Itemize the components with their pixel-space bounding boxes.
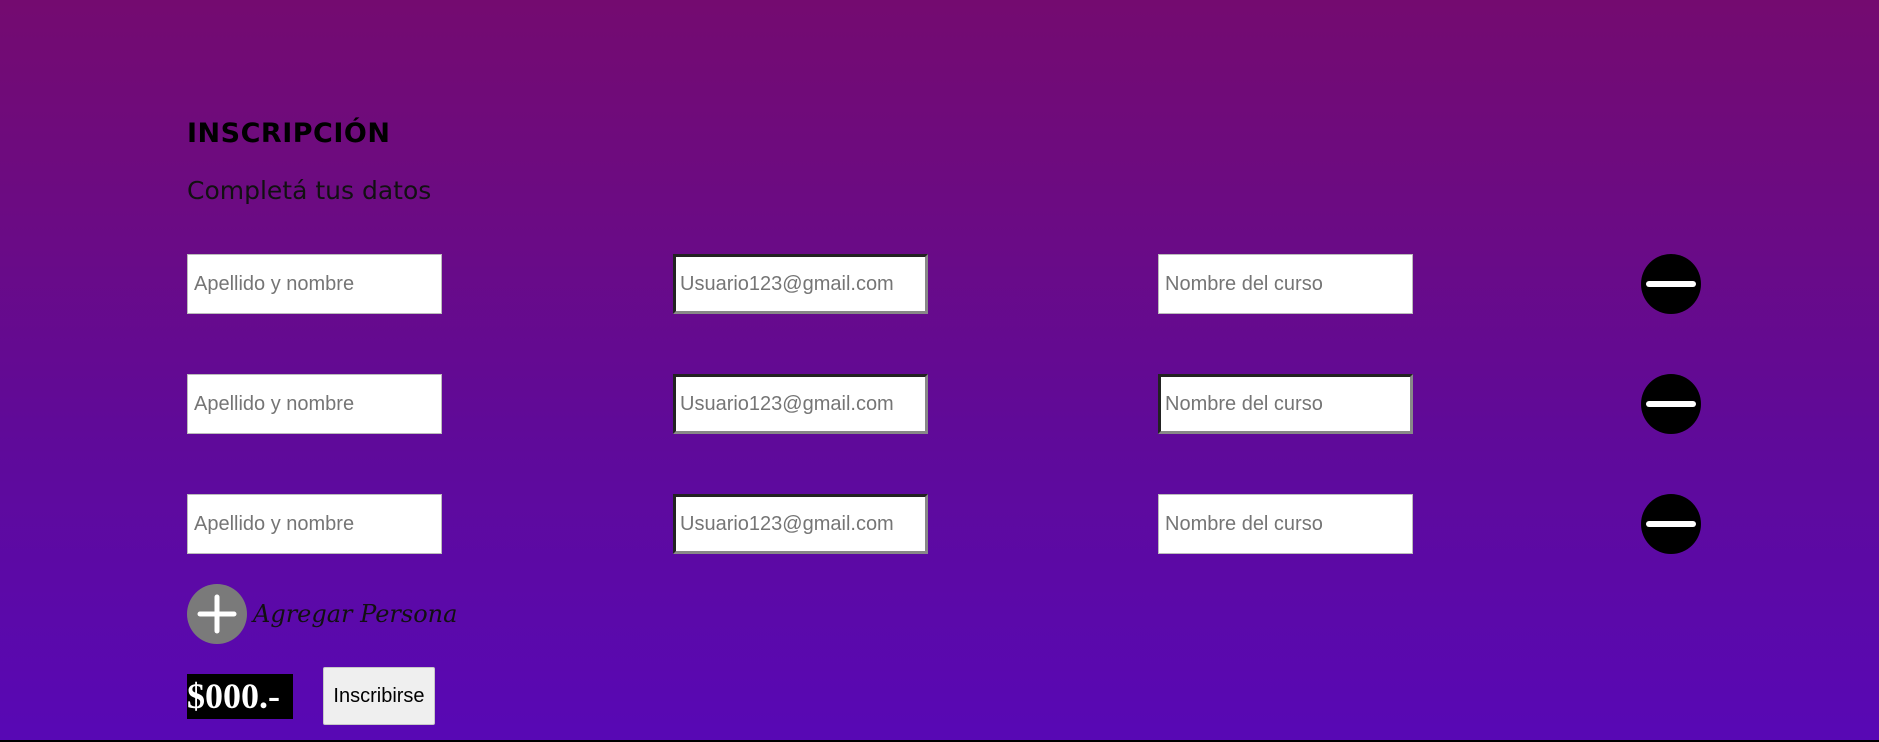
plus-circle-icon — [197, 594, 237, 634]
remove-person-button[interactable] — [1641, 494, 1701, 554]
inscription-form: INSCRIPCIÓN Completá tus datos Apellido … — [187, 0, 1707, 740]
person-row — [187, 374, 1707, 434]
person-row — [187, 254, 1707, 314]
person-row — [187, 494, 1707, 554]
course-field[interactable] — [1158, 374, 1413, 434]
email-field[interactable] — [673, 494, 928, 554]
name-field[interactable] — [187, 494, 442, 554]
submit-button[interactable]: Inscribirse — [323, 667, 435, 725]
add-person-button[interactable] — [187, 584, 247, 644]
email-field[interactable] — [673, 254, 928, 314]
remove-person-button[interactable] — [1641, 254, 1701, 314]
price-display: $000.- — [187, 674, 293, 719]
name-field[interactable] — [187, 254, 442, 314]
course-field[interactable] — [1158, 254, 1413, 314]
name-field[interactable] — [187, 374, 442, 434]
add-person-control[interactable]: Agregar Persona — [187, 584, 457, 644]
course-field[interactable] — [1158, 494, 1413, 554]
add-person-label[interactable]: Agregar Persona — [253, 600, 457, 628]
minus-circle-icon — [1646, 281, 1696, 287]
page-subtitle: Completá tus datos — [187, 176, 432, 205]
remove-person-button[interactable] — [1641, 374, 1701, 434]
minus-circle-icon — [1646, 521, 1696, 527]
page-title: INSCRIPCIÓN — [187, 118, 391, 149]
minus-circle-icon — [1646, 401, 1696, 407]
email-field[interactable] — [673, 374, 928, 434]
